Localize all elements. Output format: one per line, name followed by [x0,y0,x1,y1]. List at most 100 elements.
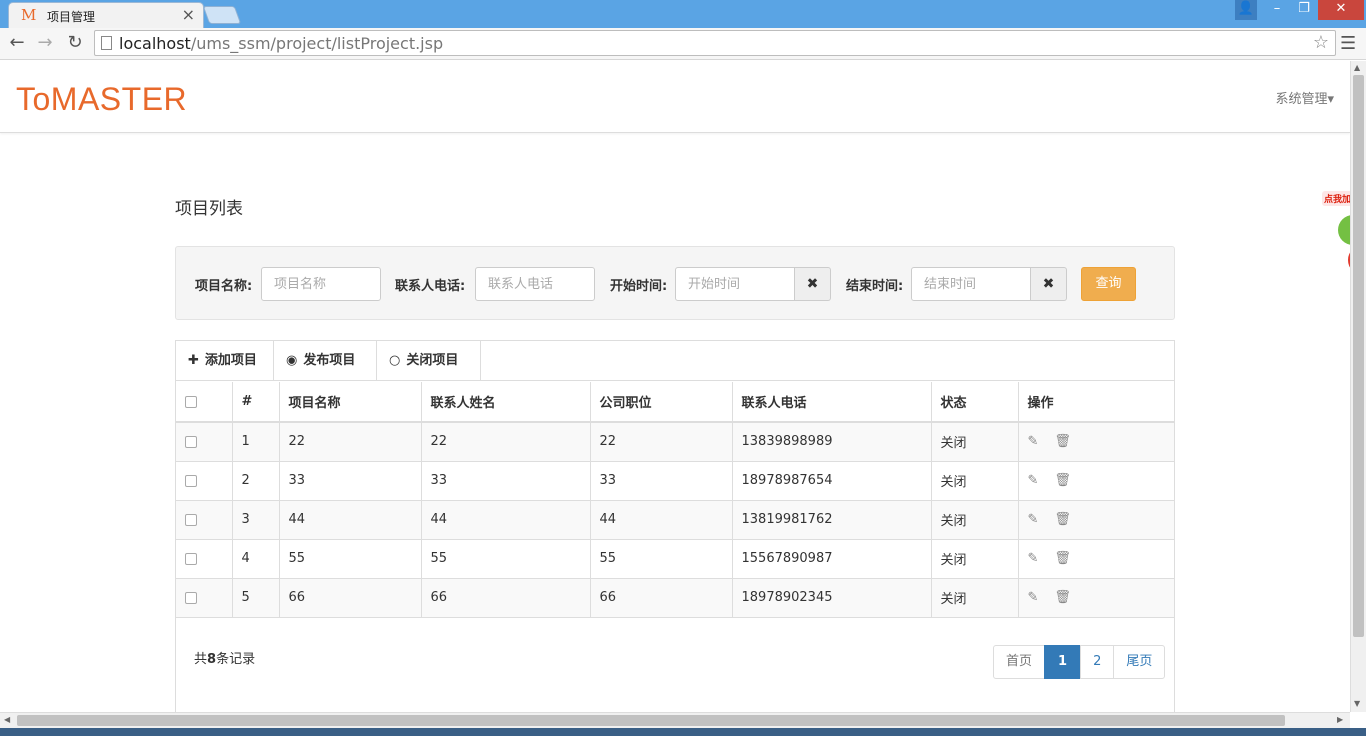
toggle-on-icon: ◉ [286,353,298,368]
brand-logo[interactable]: ToMASTER [16,81,187,118]
row-checkbox[interactable] [185,435,197,448]
column-header: # [232,382,280,423]
phone-input[interactable] [475,267,595,301]
scroll-right-arrow-icon[interactable]: ▶ [1337,715,1343,724]
cell-no: 5 [232,578,280,618]
close-window-button[interactable]: ✕ [1318,0,1364,20]
page-title: 项目列表 [175,199,243,219]
scroll-down-arrow-icon[interactable]: ▼ [1354,699,1360,708]
cell-project-name: 33 [279,461,422,501]
project-table-panel: ✚ 添加项目 ◉ 发布项目 ○ 关闭项目 # 项目名称 联系人姓名 公司职位 联系人电… [175,340,1175,712]
trash-icon[interactable]: 🗑 [1054,590,1071,605]
row-select-cell[interactable] [176,461,233,501]
cell-contact-name: 33 [421,461,591,501]
new-tab-button[interactable] [202,6,242,24]
clear-end-time-icon[interactable]: ✖ [1031,267,1067,301]
cell-status: 关闭 [931,500,1019,540]
cell-position: 22 [590,422,733,462]
trash-icon[interactable]: 🗑 [1054,434,1071,449]
cell-contact-name: 22 [421,422,591,462]
project-table: # 项目名称 联系人姓名 公司职位 联系人电话 状态 操作 1 22 22 22… [176,382,1174,618]
trash-icon[interactable]: 🗑 [1054,512,1071,527]
trash-icon[interactable]: 🗑 [1054,473,1071,488]
scroll-left-arrow-icon[interactable]: ◀ [4,715,10,724]
horizontal-scrollbar[interactable]: ◀ ▶ [0,712,1350,728]
add-project-button[interactable]: ✚ 添加项目 [176,341,274,380]
vertical-scroll-thumb[interactable] [1353,75,1364,637]
cell-status: 关闭 [931,461,1019,501]
column-header: 项目名称 [279,382,422,423]
cell-status: 关闭 [931,578,1019,618]
table-row: 1 22 22 22 13839898989 关闭 ✎ 🗑 [176,422,1174,462]
horizontal-scroll-thumb[interactable] [17,715,1285,726]
cell-actions: ✎ 🗑 [1018,539,1174,579]
cell-project-name: 22 [279,422,422,462]
cell-actions: ✎ 🗑 [1018,422,1174,462]
reload-icon[interactable]: ↻ [64,32,86,54]
browser-tab[interactable]: M 项目管理 × [8,2,204,28]
system-management-menu[interactable]: 系统管理▾ [1275,88,1334,107]
project-name-input[interactable] [261,267,381,301]
edit-icon[interactable]: ✎ [1028,590,1039,605]
first-page-button[interactable]: 首页 [993,645,1046,679]
clear-start-time-icon[interactable]: ✖ [795,267,831,301]
cell-no: 1 [232,422,280,462]
pagination: 首页 1 2 尾页 [993,645,1166,679]
row-select-cell[interactable] [176,539,233,579]
cell-phone: 15567890987 [732,539,932,579]
row-select-cell[interactable] [176,578,233,618]
cell-status: 关闭 [931,539,1019,579]
cell-status: 关闭 [931,422,1019,462]
cell-project-name: 55 [279,539,422,579]
row-checkbox[interactable] [185,474,197,487]
row-select-cell[interactable] [176,500,233,540]
edit-icon[interactable]: ✎ [1028,512,1039,527]
tab-close-icon[interactable]: × [182,5,195,24]
top-navbar: ToMASTER 系统管理▾ [0,61,1350,133]
bookmark-star-icon[interactable]: ☆ [1313,32,1329,53]
column-header: 公司职位 [590,382,733,423]
cell-phone: 13819981762 [732,500,932,540]
address-bar[interactable]: localhost/ums_ssm/project/listProject.js… [94,30,1336,56]
scroll-up-arrow-icon[interactable]: ▲ [1354,63,1360,72]
page-button-1[interactable]: 1 [1044,645,1082,679]
edit-icon[interactable]: ✎ [1028,473,1039,488]
search-panel: 项目名称: 联系人电话: 开始时间: ✖ 结束时间: ✖ 查询 [175,246,1175,320]
select-all-checkbox[interactable] [185,395,197,408]
close-project-button[interactable]: ○ 关闭项目 [377,341,481,380]
plus-icon: ✚ [188,353,199,368]
cell-actions: ✎ 🗑 [1018,461,1174,501]
end-time-label: 结束时间: [846,279,904,294]
cell-position: 44 [590,500,733,540]
publish-project-button[interactable]: ◉ 发布项目 [274,341,377,380]
vertical-scrollbar[interactable]: ▲ ▼ [1350,61,1366,712]
minimize-button[interactable]: – [1266,0,1288,20]
table-row: 3 44 44 44 13819981762 关闭 ✎ 🗑 [176,500,1174,540]
column-header: 状态 [931,382,1019,423]
cell-position: 55 [590,539,733,579]
row-checkbox[interactable] [185,552,197,565]
maximize-button[interactable]: ❐ [1292,0,1316,20]
query-button[interactable]: 查询 [1081,267,1136,301]
last-page-button[interactable]: 尾页 [1113,645,1166,679]
select-all-cell[interactable] [176,382,233,423]
row-select-cell[interactable] [176,422,233,462]
column-header: 操作 [1018,382,1174,423]
row-checkbox[interactable] [185,513,197,526]
cell-actions: ✎ 🗑 [1018,578,1174,618]
user-icon[interactable]: 👤 [1235,0,1257,20]
tab-title: 项目管理 [47,10,96,24]
end-time-input[interactable] [911,267,1031,301]
trash-icon[interactable]: 🗑 [1054,551,1071,566]
edit-icon[interactable]: ✎ [1028,434,1039,449]
back-arrow-icon[interactable]: ← [6,32,28,54]
cell-contact-name: 55 [421,539,591,579]
browser-menu-icon[interactable]: ☰ [1340,33,1356,54]
row-checkbox[interactable] [185,591,197,604]
forward-arrow-icon[interactable]: → [34,32,56,54]
browser-toolbar: ← → ↻ localhost/ums_ssm/project/listProj… [0,28,1366,60]
start-time-input[interactable] [675,267,795,301]
page-button-2[interactable]: 2 [1080,645,1115,679]
url-text[interactable]: localhost/ums_ssm/project/listProject.js… [119,34,443,53]
edit-icon[interactable]: ✎ [1028,551,1039,566]
